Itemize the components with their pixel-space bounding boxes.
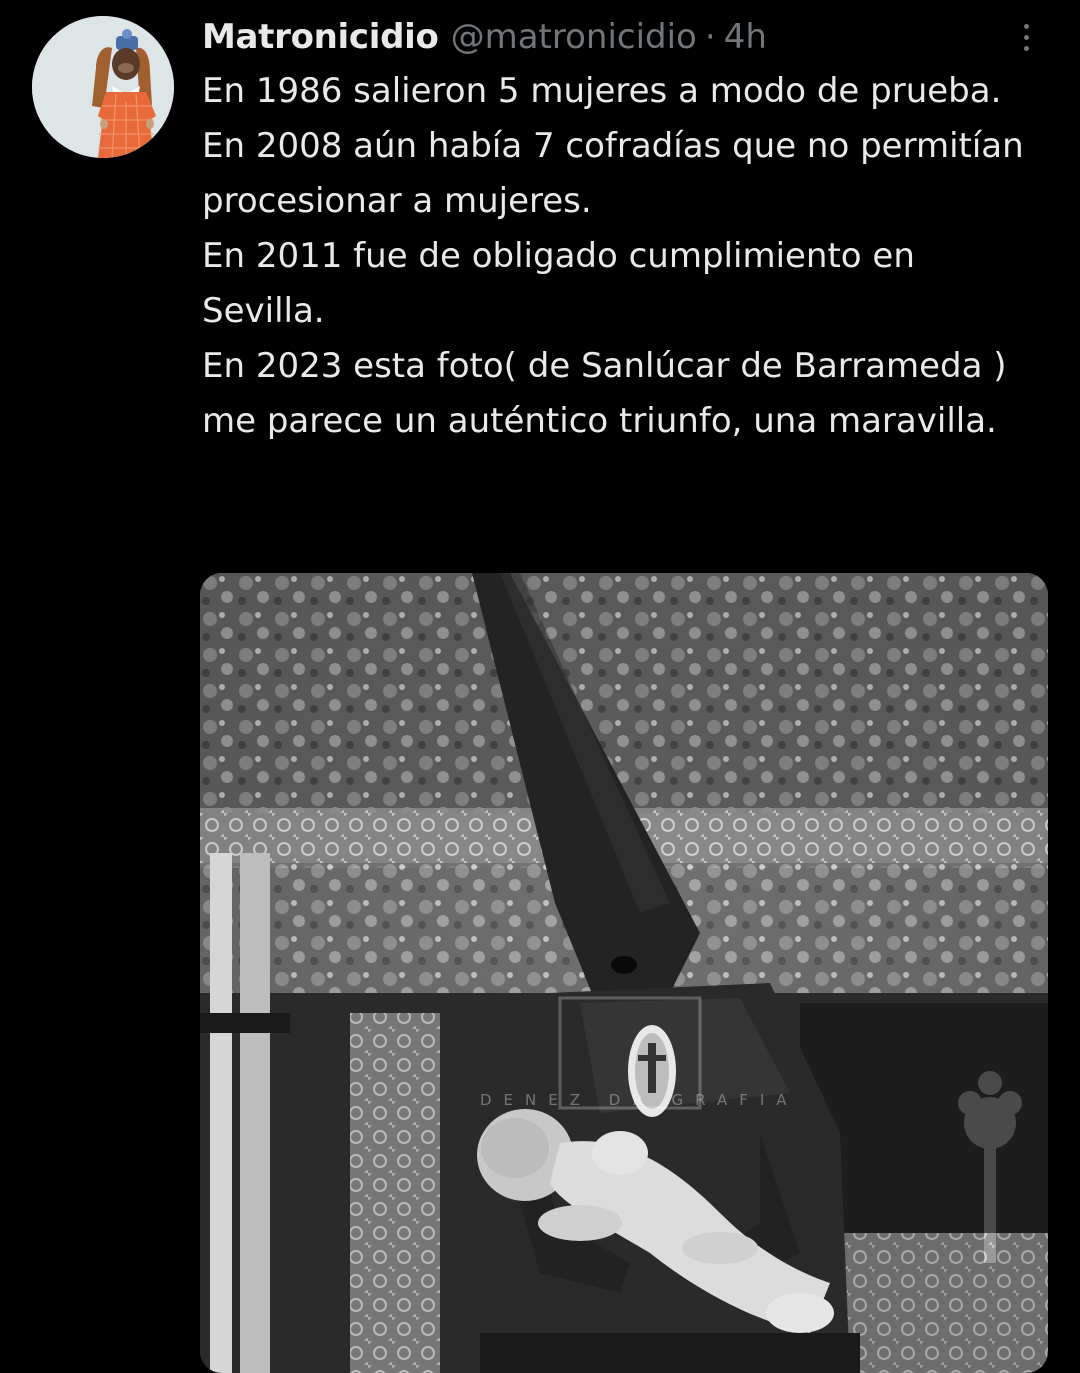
tweet-paragraph: En 2011 fue de obligado cumplimiento en … xyxy=(202,236,915,331)
tweet-media-photo[interactable]: DENEZ DR GRAFIA xyxy=(200,573,1048,1373)
separator-dot: · xyxy=(704,17,716,57)
display-name[interactable]: Matronicidio xyxy=(202,12,439,62)
tweet-paragraph: En 2008 aún había 7 cofradías que no per… xyxy=(202,126,1024,221)
tweet-text: En 1986 salieron 5 mujeres a modo de pru… xyxy=(202,64,1032,449)
more-dot xyxy=(1023,23,1029,29)
more-vertical-icon[interactable] xyxy=(1006,12,1046,62)
tweet-header: Matronicidio @matronicidio · 4h xyxy=(202,12,767,62)
avatar[interactable] xyxy=(32,16,174,158)
photo-image xyxy=(200,573,1048,1373)
photo-watermark: DENEZ DR GRAFIA xyxy=(480,1091,799,1109)
more-dot xyxy=(1023,45,1029,51)
avatar-image xyxy=(32,16,174,158)
tweet-paragraph: En 1986 salieron 5 mujeres a modo de pru… xyxy=(202,71,1002,111)
timestamp[interactable]: 4h xyxy=(724,12,767,62)
tweet[interactable]: Matronicidio @matronicidio · 4h En 1986 … xyxy=(0,0,1080,1373)
more-dot xyxy=(1023,34,1029,40)
tweet-paragraph: En 2023 esta foto( de Sanlúcar de Barram… xyxy=(202,346,1007,441)
user-handle[interactable]: @matronicidio xyxy=(451,12,697,62)
